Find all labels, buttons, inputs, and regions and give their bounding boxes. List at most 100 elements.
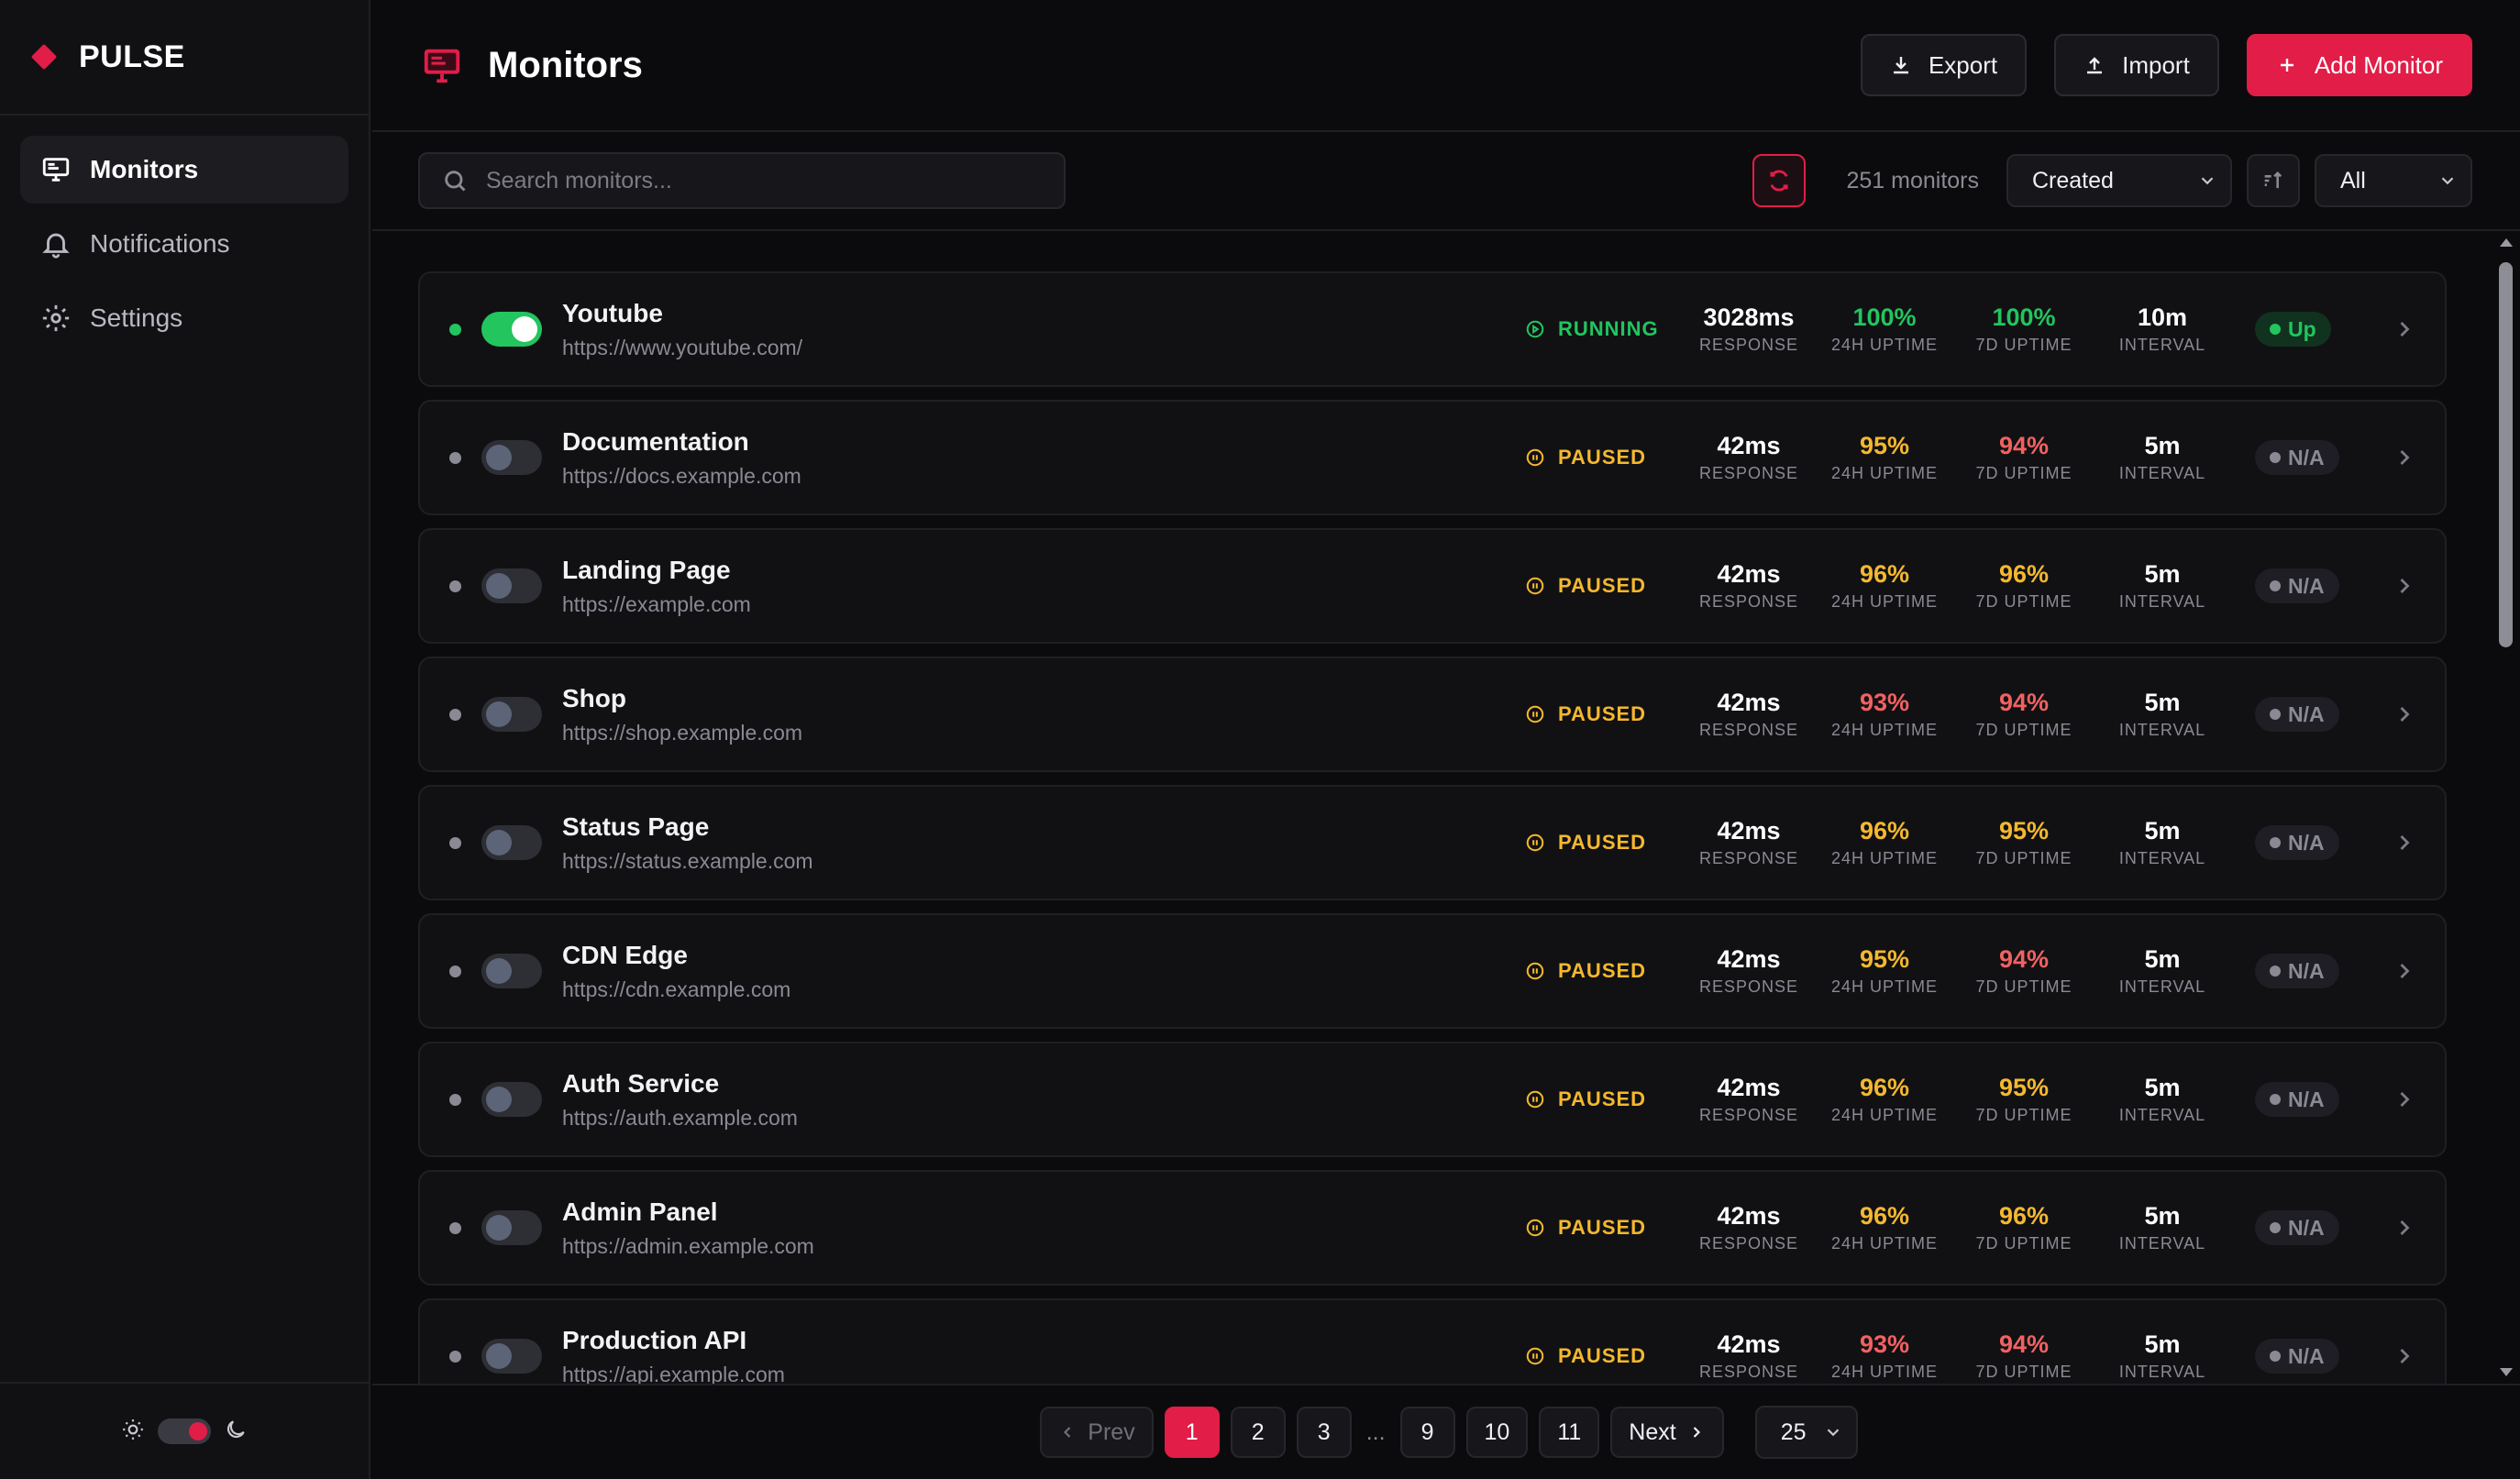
status-badge-label: N/A (2288, 573, 2325, 598)
gear-icon (40, 303, 72, 334)
monitor-name[interactable]: Youtube (562, 299, 1525, 328)
monitor-list[interactable]: Youtube https://www.youtube.com/RUNNING 30… (372, 231, 2520, 1384)
monitor-enable-toggle[interactable] (481, 954, 542, 988)
monitor-name[interactable]: Auth Service (562, 1069, 1525, 1098)
monitor-enable-toggle[interactable] (481, 1210, 542, 1245)
page-button-9[interactable]: 9 (1399, 1407, 1455, 1458)
page-button-2[interactable]: 2 (1230, 1407, 1286, 1458)
monitor-name[interactable]: Landing Page (562, 556, 1525, 585)
chevron-right-icon[interactable] (2392, 573, 2417, 599)
interval-stat: 5m INTERVAL (2101, 1074, 2224, 1125)
sort-direction-button[interactable] (2247, 154, 2300, 207)
monitor-enable-toggle[interactable] (481, 568, 542, 603)
monitor-row[interactable]: Production API https://api.example.com PAU… (418, 1298, 2447, 1384)
sidebar-item-monitors[interactable]: Monitors (20, 136, 348, 204)
response-label: RESPONSE (1698, 592, 1799, 611)
prev-page-button[interactable]: Prev (1040, 1407, 1154, 1458)
uptime-7d-stat: 96% 7D UPTIME (1962, 1202, 2086, 1253)
chevron-right-icon[interactable] (2392, 445, 2417, 470)
add-monitor-button[interactable]: Add Monitor (2246, 34, 2472, 96)
scroll-down-arrow[interactable] (2500, 1368, 2513, 1376)
refresh-button[interactable] (1752, 154, 1807, 207)
scrollbar[interactable] (2496, 235, 2514, 1380)
page-button-11[interactable]: 11 (1539, 1407, 1600, 1458)
uptime-24h-stat: 96% 24H UPTIME (1822, 1202, 1947, 1253)
plus-icon (2280, 59, 2293, 72)
response-stat: 42ms RESPONSE (1690, 1202, 1807, 1253)
uptime-24h-label: 24H UPTIME (1830, 977, 1939, 996)
scroll-up-arrow[interactable] (2500, 238, 2513, 247)
next-page-button[interactable]: Next (1610, 1407, 1724, 1458)
uptime-24h-stat: 96% 24H UPTIME (1822, 560, 1947, 612)
monitor-name[interactable]: Shop (562, 684, 1525, 713)
status-badge: N/A (2255, 1082, 2339, 1117)
uptime-24h-value: 96% (1859, 1074, 1910, 1101)
monitor-row[interactable]: Shop https://shop.example.com PAUSED 42ms RE… (418, 657, 2447, 772)
monitor-name[interactable]: Documentation (562, 427, 1525, 457)
monitor-name[interactable]: Admin Panel (562, 1198, 1525, 1227)
uptime-24h-label: 24H UPTIME (1830, 464, 1939, 482)
monitor-row[interactable]: Landing Page https://example.com PAUSED 42m… (418, 528, 2447, 644)
uptime-7d-label: 7D UPTIME (1975, 464, 2072, 482)
monitor-row[interactable]: Auth Service https://auth.example.com PAUS… (418, 1042, 2447, 1157)
theme-toggle[interactable] (121, 1418, 248, 1446)
sun-icon (121, 1418, 145, 1446)
monitor-url: https://auth.example.com (562, 1105, 798, 1130)
uptime-24h-stat: 95% 24H UPTIME (1822, 432, 1947, 483)
monitor-row[interactable]: CDN Edge https://cdn.example.com PAUSED 42m… (418, 913, 2447, 1029)
monitor-info: Admin Panel https://admin.example.com (562, 1198, 1525, 1259)
chevron-right-icon[interactable] (2392, 316, 2417, 342)
uptime-24h-stat: 100% 24H UPTIME (1822, 304, 1947, 355)
status-filter-select[interactable]: All (2315, 154, 2472, 207)
brand[interactable]: PULSE (0, 0, 369, 116)
interval-stat: 5m INTERVAL (2101, 1330, 2224, 1382)
page-button-10[interactable]: 10 (1465, 1407, 1529, 1458)
search-box[interactable] (418, 152, 1066, 209)
chevron-right-icon[interactable] (2392, 1343, 2417, 1369)
monitor-row[interactable]: Youtube https://www.youtube.com/RUNNING 30… (418, 271, 2447, 387)
response-stat: 42ms RESPONSE (1690, 945, 1807, 997)
status-dot (449, 1350, 461, 1363)
monitor-row[interactable]: Status Page https://status.example.com PAU… (418, 785, 2447, 900)
interval-stat: 5m INTERVAL (2101, 689, 2224, 740)
monitor-url: https://shop.example.com (562, 720, 803, 745)
monitor-enable-toggle[interactable] (481, 440, 542, 475)
sidebar-item-label: Settings (90, 304, 183, 332)
import-button[interactable]: Import (2054, 34, 2219, 96)
sidebar-item-settings[interactable]: Settings (20, 284, 348, 352)
interval-value: 5m (2144, 945, 2181, 973)
monitor-enable-toggle[interactable] (481, 1082, 542, 1117)
sort-select[interactable]: Created (2006, 154, 2232, 207)
monitor-row[interactable]: Admin Panel https://admin.example.com PAUS… (418, 1170, 2447, 1286)
monitor-enable-toggle[interactable] (481, 1339, 542, 1374)
uptime-24h-value: 96% (1859, 560, 1910, 588)
monitor-enable-toggle[interactable] (481, 312, 542, 347)
export-button[interactable]: Export (1860, 34, 2028, 96)
monitor-info: Landing Page https://example.com (562, 556, 1525, 617)
chevron-right-icon[interactable] (2392, 1087, 2417, 1112)
sidebar-item-notifications[interactable]: Notifications (20, 210, 348, 278)
sidebar: PULSE Monitors Notifications Settings (0, 0, 370, 1479)
theme-switch[interactable] (158, 1418, 211, 1444)
page-button-1[interactable]: 1 (1164, 1407, 1220, 1458)
monitor-enable-toggle[interactable] (481, 825, 542, 860)
chevron-right-icon[interactable] (2392, 701, 2417, 727)
bell-icon (40, 228, 72, 259)
chevron-right-icon[interactable] (2392, 958, 2417, 984)
monitor-name[interactable]: Production API (562, 1326, 1525, 1355)
search-input[interactable] (486, 167, 1036, 194)
monitor-enable-toggle[interactable] (481, 697, 542, 732)
monitor-name[interactable]: Status Page (562, 812, 1525, 842)
chevron-right-icon[interactable] (2392, 1215, 2417, 1241)
main-content: Monitors Export Import Add Monitor 251 m… (372, 0, 2520, 1479)
scroll-thumb[interactable] (2499, 262, 2513, 647)
uptime-24h-stat: 95% 24H UPTIME (1822, 945, 1947, 997)
uptime-24h-value: 96% (1859, 1202, 1910, 1230)
chevron-right-icon[interactable] (2392, 830, 2417, 855)
monitor-row[interactable]: Documentation https://docs.example.com PAU… (418, 400, 2447, 515)
response-stat: 42ms RESPONSE (1690, 689, 1807, 740)
search-icon (445, 171, 466, 192)
per-page-select[interactable]: 25 (1754, 1406, 1858, 1459)
monitor-name[interactable]: CDN Edge (562, 941, 1525, 970)
page-button-3[interactable]: 3 (1296, 1407, 1352, 1458)
